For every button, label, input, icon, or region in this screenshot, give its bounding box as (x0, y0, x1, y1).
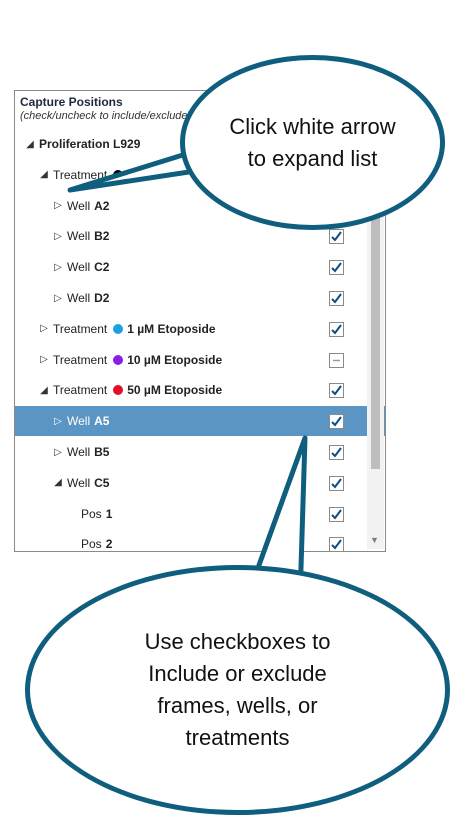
tree-item-value: 2 (105, 537, 113, 552)
top-callout-bubble: Click white arrow to expand list (180, 55, 445, 230)
scrollbar-thumb[interactable] (371, 209, 380, 469)
triangle-right-outline-icon[interactable]: ▷ (51, 293, 65, 304)
tree-item-value: A5 (94, 414, 110, 429)
tree-item-value: 10 µM Etoposide (127, 352, 223, 367)
triangle-right-outline-icon[interactable]: ▷ (51, 200, 65, 211)
checkmark-icon (331, 416, 342, 427)
triangle-right-outline-icon[interactable]: ▷ (51, 231, 65, 242)
triangle-down-icon[interactable]: ◢ (37, 169, 51, 180)
checkmark-icon (331, 508, 342, 520)
triangle-down-icon[interactable]: ◢ (51, 477, 65, 488)
triangle-right-outline-icon[interactable]: ▷ (37, 323, 51, 334)
triangle-down-icon[interactable]: ◢ (23, 139, 37, 150)
tree-item-value: D2 (94, 291, 110, 305)
bottom-callout-text: Use checkboxes to Include or exclude fra… (144, 629, 331, 750)
tree-item-label: Treatment (53, 321, 108, 336)
checkmark-icon (331, 539, 342, 550)
include-checkbox[interactable] (329, 475, 344, 491)
treatment-color-dot (113, 169, 124, 180)
include-checkbox[interactable] (329, 383, 344, 399)
treatment-color-dot (113, 323, 124, 334)
checkmark-icon (331, 447, 342, 458)
treatment-color-dot (113, 385, 124, 396)
triangle-right-outline-icon[interactable]: ▷ (51, 262, 65, 273)
tree-item-label: Well (67, 291, 91, 305)
include-checkbox[interactable] (329, 352, 344, 368)
checkmark-icon (331, 262, 342, 273)
scroll-down-arrow-icon[interactable]: ▼ (370, 535, 379, 545)
include-checkbox[interactable] (329, 229, 344, 245)
include-checkbox[interactable] (329, 414, 344, 430)
checkmark-icon (331, 385, 342, 396)
tree-item-label: Well (67, 414, 91, 429)
triangle-right-outline-icon[interactable]: ▷ (51, 416, 65, 427)
include-checkbox[interactable] (329, 445, 344, 460)
triangle-right-outline-icon[interactable]: ▷ (37, 354, 51, 365)
tree-item-value: 1 µM Etoposide (127, 321, 216, 336)
checkmark-icon (331, 478, 342, 489)
triangle-right-outline-icon[interactable]: ▷ (51, 447, 65, 458)
tree-item-label: Pos (81, 506, 102, 521)
tree-item-label: Well (67, 260, 91, 275)
treatment-color-dot (113, 354, 124, 365)
checkmark-icon (331, 231, 342, 242)
tree-item-value: B5 (94, 445, 110, 459)
tree-item-label: Treatment (53, 167, 108, 182)
checkmark-icon (331, 324, 342, 335)
tree-item-value: 1 (105, 506, 113, 521)
tree-item-value: 50 µM Etoposide (127, 383, 223, 398)
include-checkbox[interactable] (329, 291, 344, 306)
tree-item-label: Treatment (53, 352, 108, 367)
tree-item-label: Well (67, 198, 91, 213)
include-checkbox[interactable] (329, 260, 344, 276)
tree-item-value: A2 (94, 198, 110, 213)
panel-title: Capture Positions (20, 95, 123, 109)
tree-item-value: C5 (94, 475, 110, 490)
include-checkbox[interactable] (329, 537, 344, 551)
tree-item-label: Treatment (53, 383, 108, 398)
panel-subtitle: (check/uncheck to include/exclude) (20, 110, 192, 122)
include-checkbox[interactable] (329, 506, 344, 522)
triangle-down-icon[interactable]: ◢ (37, 385, 51, 396)
tree-item-label: Well (67, 475, 91, 490)
tree-item-value: B2 (94, 229, 110, 244)
tree-item-label: Well (67, 445, 91, 459)
top-callout-text: Click white arrow to expand list (229, 113, 396, 171)
tree-item-label: Proliferation L929 (39, 137, 141, 151)
dash-icon (333, 359, 340, 361)
tree-item-value: C2 (94, 260, 110, 275)
include-checkbox[interactable] (329, 321, 344, 337)
tree-item-label: Well (67, 229, 91, 244)
bottom-callout-bubble: Use checkboxes to Include or exclude fra… (25, 565, 450, 815)
checkmark-icon (331, 293, 342, 304)
tree-item-label: Pos (81, 537, 102, 552)
